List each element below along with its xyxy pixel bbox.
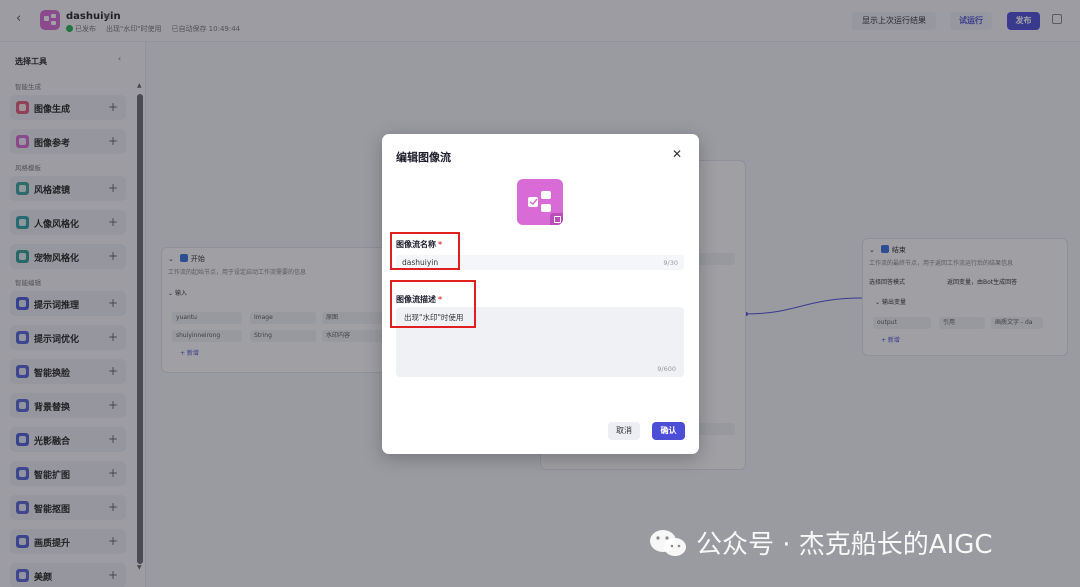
desc-char-count: 9/600 — [657, 365, 676, 373]
confirm-button[interactable]: 确认 — [652, 422, 685, 440]
imageflow-icon — [528, 191, 551, 212]
edit-imageflow-dialog: 编辑图像流 ✕ 图像流名称 * dashuiyin 9/30 图像流描述 * 出现"… — [382, 134, 699, 454]
highlight-box-name — [390, 232, 460, 270]
close-icon[interactable]: ✕ — [672, 148, 682, 160]
watermark-text: 公众号 · 杰克船长的AIGC — [696, 530, 993, 560]
edit-avatar-icon[interactable] — [550, 213, 563, 225]
wechat-logo-icon — [650, 530, 686, 556]
dialog-title: 编辑图像流 — [396, 151, 451, 164]
highlight-box-description — [390, 280, 476, 328]
name-char-count: 9/30 — [663, 259, 678, 267]
cancel-button[interactable]: 取消 — [608, 422, 640, 440]
